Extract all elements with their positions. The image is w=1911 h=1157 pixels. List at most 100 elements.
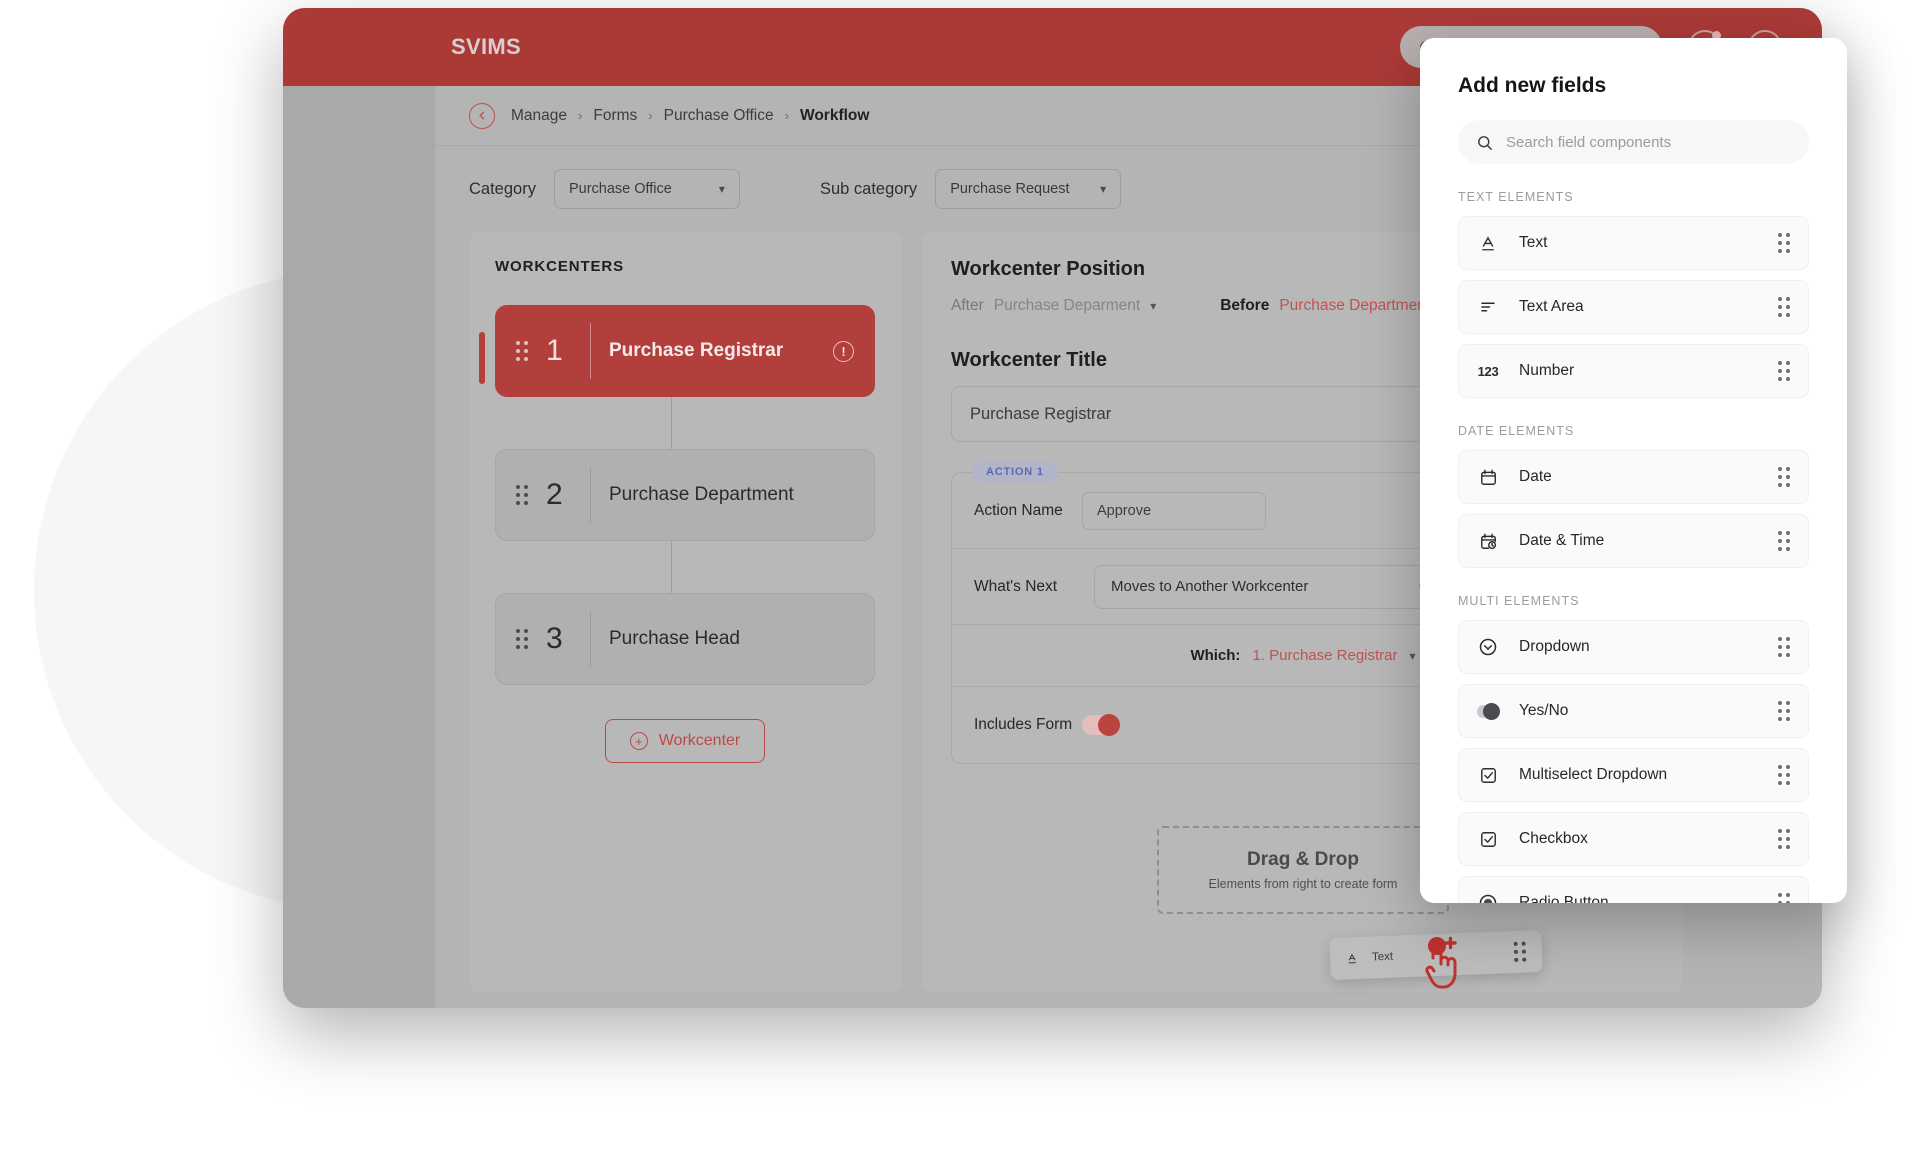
field-item-date-time[interactable]: Date & Time bbox=[1458, 514, 1809, 568]
hand-drag-cursor-icon bbox=[1425, 936, 1457, 989]
text-underline-icon bbox=[1477, 234, 1499, 252]
field-item-label: Number bbox=[1519, 362, 1575, 379]
drag-handle-icon[interactable] bbox=[516, 341, 528, 361]
toggle-knob bbox=[1098, 714, 1120, 736]
field-item-label: Date bbox=[1519, 468, 1552, 485]
action-name-input[interactable]: Approve bbox=[1082, 491, 1266, 530]
drag-grip-icon[interactable] bbox=[1778, 893, 1790, 903]
radio-selected-icon bbox=[1477, 893, 1499, 903]
field-item-dropdown[interactable]: Dropdown bbox=[1458, 620, 1809, 674]
text-area-lines-icon bbox=[1477, 298, 1499, 316]
drag-handle-icon[interactable] bbox=[516, 485, 528, 505]
workcenter-name: Purchase Head bbox=[609, 628, 740, 649]
divider bbox=[590, 611, 591, 667]
number-123-icon: 123 bbox=[1477, 363, 1499, 379]
field-item-radio-button[interactable]: Radio Button bbox=[1458, 876, 1809, 903]
group-label-date-elements: DATE ELEMENTS bbox=[1458, 424, 1575, 438]
workcenter-list: 1 Purchase Registrar ! 2 Purchase Depart… bbox=[479, 305, 875, 685]
breadcrumb-item-workflow: Workflow bbox=[799, 106, 870, 124]
group-label-multi-elements: MULTI ELEMENTS bbox=[1458, 594, 1580, 608]
drag-grip-icon[interactable] bbox=[1778, 297, 1790, 317]
breadcrumb-item-purchase-office[interactable]: Purchase Office bbox=[664, 107, 774, 125]
toggle-icon bbox=[1477, 702, 1500, 720]
workcenter-card-2[interactable]: 2 Purchase Department bbox=[495, 449, 875, 541]
breadcrumb-item-forms[interactable]: Forms bbox=[593, 107, 637, 125]
drag-grip-icon[interactable] bbox=[1778, 531, 1790, 551]
checkbox-checked-icon bbox=[1477, 766, 1499, 785]
drag-grip-icon[interactable] bbox=[1778, 829, 1790, 849]
drag-grip-icon[interactable] bbox=[1778, 233, 1790, 253]
field-search-input[interactable]: Search field components bbox=[1458, 120, 1809, 164]
chevron-left-circle-icon bbox=[478, 111, 484, 120]
workcenter-title-value: Purchase Registrar bbox=[970, 404, 1112, 423]
back-button[interactable] bbox=[469, 102, 495, 129]
subcategory-select[interactable]: Purchase Request ▾ bbox=[935, 169, 1122, 209]
field-item-label: Dropdown bbox=[1519, 638, 1590, 655]
field-item-date[interactable]: Date bbox=[1458, 450, 1809, 504]
drag-grip-icon[interactable] bbox=[1778, 701, 1790, 721]
field-item-multiselect-dropdown[interactable]: Multiselect Dropdown bbox=[1458, 748, 1809, 802]
field-item-yes-no[interactable]: Yes/No bbox=[1458, 684, 1809, 738]
which-value[interactable]: 1. Purchase Registrar bbox=[1252, 647, 1397, 664]
info-icon[interactable]: ! bbox=[833, 340, 854, 362]
field-item-label: Multiselect Dropdown bbox=[1519, 766, 1668, 783]
add-fields-title: Add new fields bbox=[1458, 74, 1607, 97]
field-item-number[interactable]: 123 Number bbox=[1458, 344, 1809, 398]
chevron-down-icon: ▾ bbox=[1100, 182, 1107, 196]
drag-grip-icon[interactable] bbox=[1778, 765, 1790, 785]
workcenter-number: 1 bbox=[546, 334, 563, 367]
drag-handle-icon[interactable] bbox=[516, 629, 528, 649]
before-label: Before bbox=[1220, 297, 1270, 314]
workcenter-name: Purchase Registrar bbox=[609, 340, 784, 361]
category-select[interactable]: Purchase Office ▾ bbox=[553, 169, 740, 209]
group-label-text-elements: TEXT ELEMENTS bbox=[1458, 190, 1574, 204]
before-value[interactable]: Purchase Department bbox=[1279, 297, 1430, 315]
active-indicator-bar bbox=[479, 332, 485, 384]
add-workcenter-button[interactable]: + Workcenter bbox=[604, 719, 766, 763]
add-workcenter-label: Workcenter bbox=[658, 732, 741, 749]
chevron-down-circle-icon bbox=[1477, 637, 1499, 657]
field-item-checkbox[interactable]: Checkbox bbox=[1458, 812, 1809, 866]
breadcrumb-item-manage[interactable]: Manage bbox=[511, 107, 567, 125]
field-search-placeholder: Search field components bbox=[1506, 133, 1672, 151]
drag-handle-icon bbox=[1513, 941, 1527, 962]
calendar-clock-icon bbox=[1477, 532, 1499, 551]
field-item-label: Text bbox=[1519, 234, 1548, 251]
breadcrumb-separator: › bbox=[578, 108, 583, 123]
chevron-down-icon[interactable]: ▾ bbox=[1410, 649, 1416, 663]
action-name-label: Action Name bbox=[974, 501, 1063, 519]
includes-form-label: Includes Form bbox=[974, 716, 1073, 733]
drag-grip-icon[interactable] bbox=[1778, 467, 1790, 487]
workcenter-number: 3 bbox=[546, 622, 563, 655]
connector-line bbox=[671, 397, 672, 449]
field-item-label: Radio Button bbox=[1519, 894, 1609, 903]
whats-next-label: What's Next bbox=[974, 577, 1058, 595]
dropzone-title: Drag & Drop bbox=[1247, 849, 1359, 870]
drag-grip-icon[interactable] bbox=[1778, 637, 1790, 657]
field-item-text-area[interactable]: Text Area bbox=[1458, 280, 1809, 334]
workcenter-card-3[interactable]: 3 Purchase Head bbox=[495, 593, 875, 685]
add-fields-panel: Add new fields Search field components T… bbox=[1420, 38, 1847, 903]
field-item-label: Text Area bbox=[1519, 298, 1584, 315]
text-underline-icon bbox=[1348, 953, 1356, 964]
field-item-text[interactable]: Text bbox=[1458, 216, 1809, 270]
category-label: Category bbox=[469, 179, 536, 198]
workcenter-number: 2 bbox=[546, 478, 563, 511]
includes-form-toggle[interactable] bbox=[1082, 714, 1120, 736]
after-label: After bbox=[951, 297, 984, 314]
whats-next-select[interactable]: Moves to Another Workcenter ▾ bbox=[1094, 564, 1442, 609]
subcategory-value: Purchase Request bbox=[950, 181, 1070, 197]
workcenter-card-1[interactable]: 1 Purchase Registrar ! bbox=[479, 305, 875, 397]
left-nav-rail bbox=[283, 86, 435, 1008]
drag-grip-icon[interactable] bbox=[1778, 361, 1790, 381]
screenshot-root: SVIMS Search Collpoll bbox=[0, 0, 1911, 1157]
which-label: Which: bbox=[1190, 647, 1241, 664]
breadcrumb: Manage › Forms › Purchase Office › Workf… bbox=[511, 107, 869, 125]
after-value[interactable]: Purchase Deparment bbox=[994, 297, 1140, 315]
form-dropzone[interactable]: Drag & Drop Elements from right to creat… bbox=[1157, 826, 1449, 914]
chevron-down-icon[interactable]: ▾ bbox=[1150, 299, 1156, 313]
connector-line bbox=[671, 541, 672, 593]
workcenters-title: WORKCENTERS bbox=[495, 258, 625, 275]
whats-next-value: Moves to Another Workcenter bbox=[1111, 578, 1309, 595]
action-name-value: Approve bbox=[1097, 502, 1152, 519]
